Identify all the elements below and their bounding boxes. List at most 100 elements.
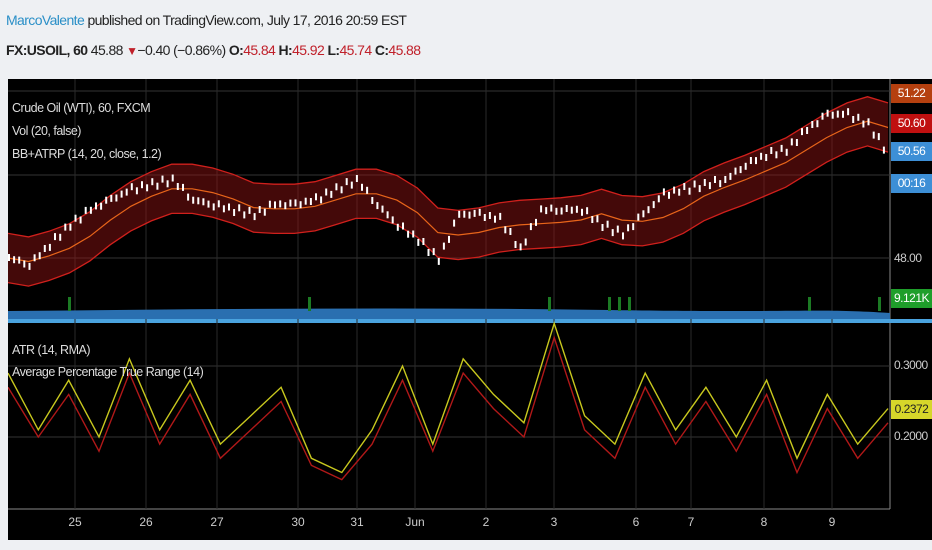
candle [222,205,225,213]
candle [795,139,798,146]
candle [43,245,46,252]
candle [233,209,236,216]
candle [120,190,123,198]
price-tag-last: 50.56 [891,142,932,161]
candle [320,196,323,204]
candle [524,238,527,246]
candle [729,172,732,180]
time-label: 26 [139,515,153,529]
candle [289,199,292,207]
candle [13,256,16,264]
candle [494,215,496,223]
candle [371,197,374,204]
candle [488,212,491,219]
candle [381,205,384,213]
candle [64,223,67,231]
candle [187,193,190,201]
candle [857,113,860,121]
candle [616,225,619,233]
candle [412,230,415,238]
legend-bb: BB+ATRP (14, 20, close, 1.2) [12,147,162,161]
volume-bar [68,297,71,311]
candle [611,229,614,237]
author-link[interactable]: MarcoValente [6,12,85,28]
candle [345,178,348,186]
candle [570,206,573,214]
candle [59,233,62,241]
legend-atrp: Average Percentage True Range (14) [12,365,204,379]
candle [309,198,312,205]
candle [355,175,358,182]
open-label: O: [228,42,244,58]
candle [192,196,195,204]
time-label: 2 [482,515,490,529]
candle [535,218,537,226]
candle [550,204,553,212]
candle [463,210,466,218]
candle [775,151,778,159]
pane-divider [8,319,932,323]
time-label: 25 [68,515,82,529]
candle [882,146,885,154]
candle [263,208,266,216]
candle [442,242,445,250]
candle [151,178,154,186]
candle [575,205,578,213]
candle [376,202,379,210]
volume-tag: 9.121K [891,289,932,308]
candle [847,108,850,116]
candle [84,206,87,214]
candle [790,138,793,146]
candle [504,226,507,234]
candle [105,196,108,204]
time-label: 9 [828,515,836,529]
candle [95,202,97,210]
candle [765,154,768,161]
candle [23,260,26,268]
candle [432,248,435,256]
candle [453,219,456,227]
candle [212,203,215,211]
candle [872,131,875,139]
candle [560,207,563,215]
candle [591,216,594,223]
candle [836,110,839,118]
candle [217,200,220,208]
candle [135,187,138,195]
candle [171,174,174,182]
candle [683,183,686,190]
candle [852,116,855,123]
candle [596,215,599,223]
candle [586,207,589,215]
candle [330,190,333,198]
atr-line [8,335,889,481]
candle [166,180,169,188]
candle [125,188,128,196]
candle [28,262,31,270]
candle [115,194,118,202]
candle [719,180,722,188]
price-tag-upper-band: 51.22 [891,84,932,103]
candle [33,254,36,262]
high-label: H: [278,42,293,58]
candle [325,188,328,196]
candle [724,176,727,183]
candle [627,224,630,232]
candle [74,214,77,222]
candle [340,186,343,194]
candle [678,188,681,196]
candle [335,183,338,191]
candle [402,222,404,230]
atrp-tag: 0.2372 [891,400,932,419]
last-price: 45.88 [90,42,124,58]
candle [831,111,834,119]
time-label: 27 [210,515,224,529]
low-label: L: [327,42,340,58]
candle [294,199,297,207]
volume-bar [808,297,811,311]
candle [785,148,788,156]
candle [141,181,143,189]
candle [248,206,251,214]
candle [555,207,558,215]
chart-area[interactable]: Crude Oil (WTI), 60, FXCM Vol (20, false… [8,79,932,540]
